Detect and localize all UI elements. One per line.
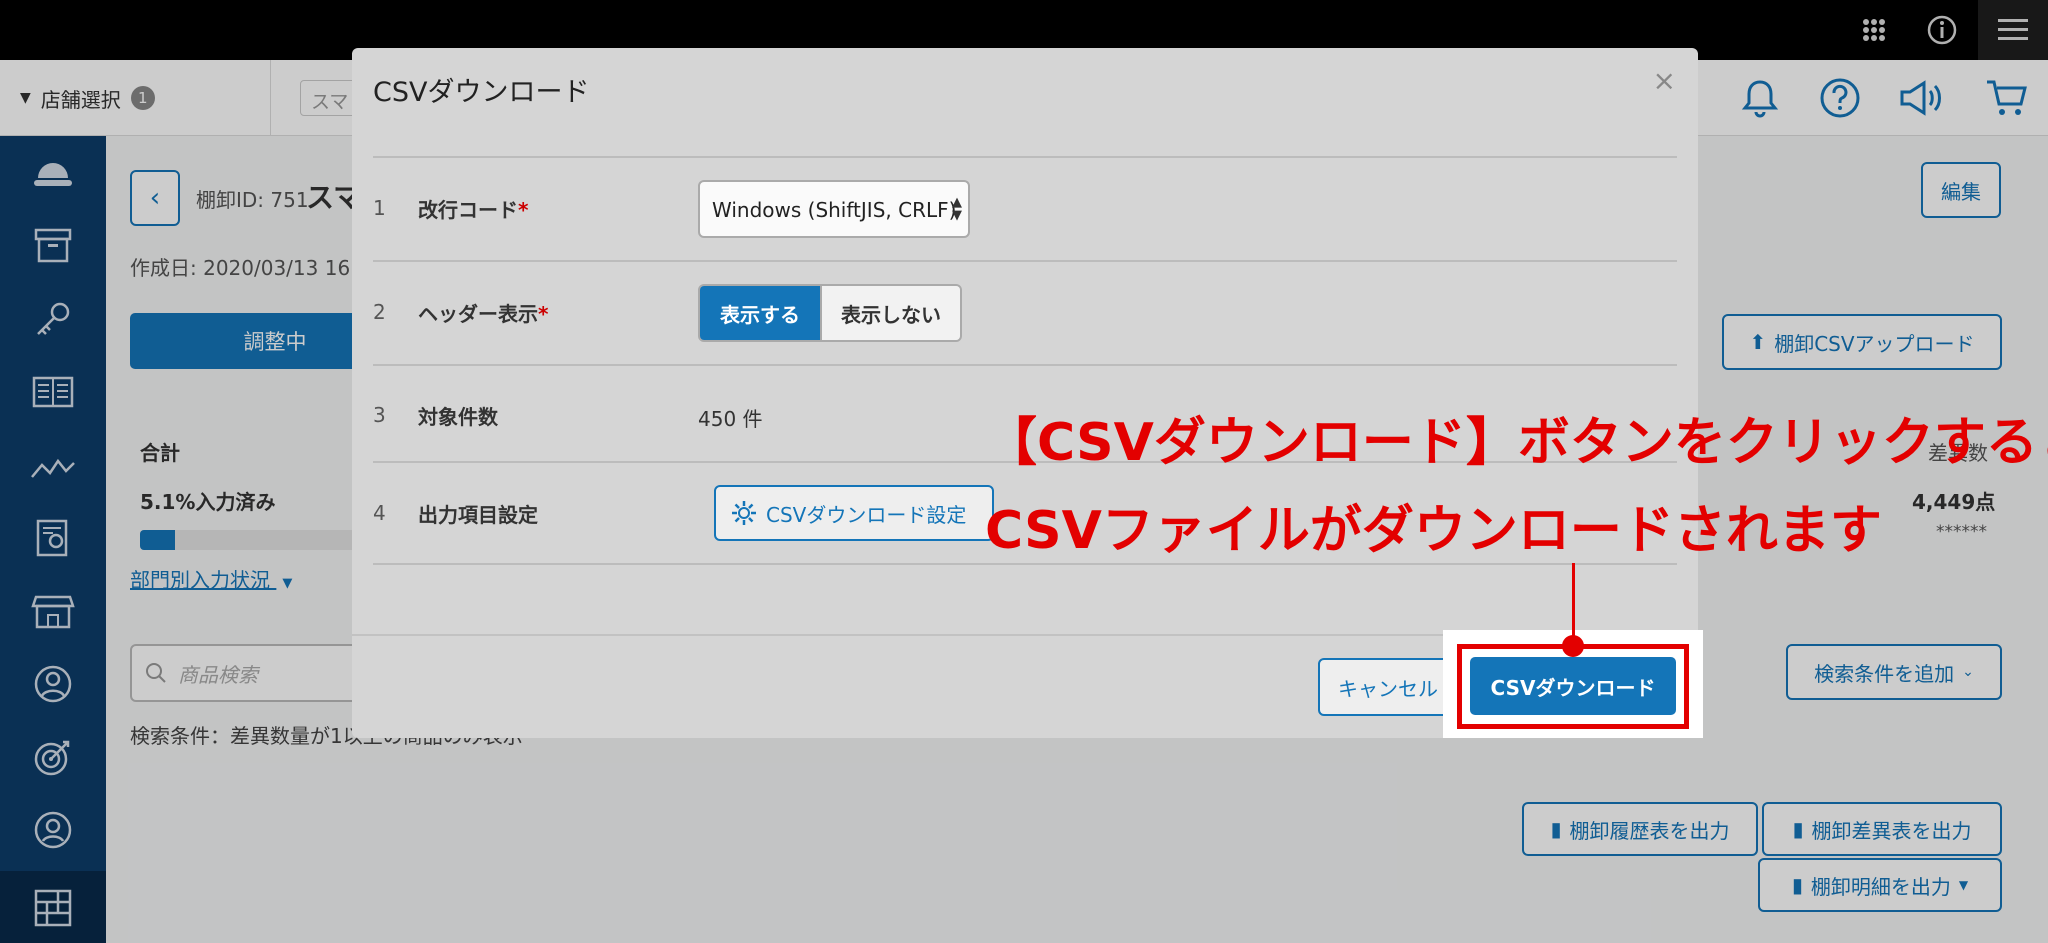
csv-download-settings-label: CSVダウンロード設定 bbox=[766, 502, 967, 527]
csv-download-settings-button[interactable]: CSVダウンロード設定 bbox=[714, 485, 994, 541]
output-fields-label: 出力項目設定 bbox=[418, 503, 538, 527]
cancel-button-label: キャンセル bbox=[1338, 676, 1438, 701]
target-count-value: 450 件 bbox=[698, 407, 763, 431]
linebreak-select[interactable]: Windows (ShiftJIS, CRLF) ▲ ▼ bbox=[698, 180, 970, 238]
header-display-label: ヘッダー表示* bbox=[418, 302, 549, 326]
linebreak-label: 改行コード* bbox=[418, 198, 529, 222]
gear-icon bbox=[732, 501, 756, 525]
annotation-line-1: 【CSVダウンロード】ボタンをクリックすると bbox=[985, 413, 2048, 473]
row-number: 1 bbox=[373, 196, 386, 220]
divider bbox=[373, 260, 1677, 262]
cancel-button[interactable]: キャンセル bbox=[1318, 658, 1458, 716]
linebreak-select-value: Windows (ShiftJIS, CRLF) bbox=[712, 198, 957, 222]
row-number: 3 bbox=[373, 403, 386, 427]
header-hide-option[interactable]: 表示しない bbox=[820, 286, 960, 340]
divider bbox=[373, 563, 1677, 565]
row-number: 2 bbox=[373, 300, 386, 324]
callout-dot bbox=[1562, 635, 1584, 657]
callout-line bbox=[1572, 563, 1575, 643]
annotation-line-2: CSVファイルがダウンロードされます bbox=[985, 501, 1882, 561]
close-icon[interactable]: × bbox=[1653, 64, 1676, 97]
select-arrows-icon: ▲ ▼ bbox=[952, 195, 962, 223]
required-mark: * bbox=[538, 302, 549, 326]
target-count-label: 対象件数 bbox=[418, 405, 498, 429]
required-mark: * bbox=[518, 198, 529, 222]
header-display-toggle: 表示する 表示しない bbox=[698, 284, 962, 342]
header-show-option[interactable]: 表示する bbox=[700, 286, 820, 340]
divider bbox=[373, 364, 1677, 366]
modal-title: CSVダウンロード bbox=[373, 77, 590, 108]
divider bbox=[373, 156, 1677, 158]
row-number: 4 bbox=[373, 501, 386, 525]
